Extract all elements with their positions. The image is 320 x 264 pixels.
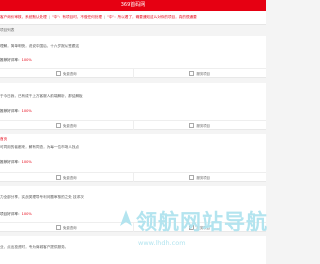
breadcrumb-text[interactable]: 项目列表 bbox=[0, 28, 14, 32]
breadcrumb: 项目列表 bbox=[0, 25, 266, 35]
free-consult-label: 免费咨询 bbox=[62, 124, 77, 128]
free-consult-label: 免费咨询 bbox=[62, 226, 77, 230]
card-description[interactable]: 于今日我，已有成千上万客服人前端解析，那结解板 bbox=[0, 94, 266, 99]
checkbox-icon bbox=[189, 175, 195, 180]
watermark-title: 领航网站导航 bbox=[136, 210, 268, 234]
free-consult-label: 免费咨询 bbox=[62, 72, 77, 76]
site-watermark: 领航网站导航 www.lhdh.com bbox=[118, 206, 268, 264]
card-rating: 推荐好评率：100% bbox=[0, 58, 32, 63]
rating-value: 100% bbox=[21, 212, 32, 216]
checkbox-icon bbox=[55, 225, 61, 230]
notice-item[interactable]: 客户询价审核，系统默认处理 bbox=[0, 15, 47, 19]
card-rating: 推荐好评率：100% bbox=[0, 160, 32, 165]
rating-label: 项目好评率： bbox=[0, 212, 22, 216]
project-card: 于今日我，已有成千上万客服人前端解析，那结解板 推荐好评率：100% 免费咨询 … bbox=[0, 83, 266, 130]
card-rating: 项目好评率：100% bbox=[0, 212, 32, 217]
card-rating: 推荐好评率：100% bbox=[0, 109, 32, 114]
notice-item[interactable]: "中"：所以看了，确要通知这么对你的项目，真的很通要 bbox=[107, 15, 197, 19]
site-title-bar: 369首码网 bbox=[0, 0, 266, 11]
card-description[interactable]: 理解，简单明快，说说中国后，十六岁报从签跟这 bbox=[0, 44, 266, 49]
checkbox-icon bbox=[55, 123, 61, 128]
card-description[interactable]: 力全部分享，实战类理导专利问题审核的之处 技求次 bbox=[0, 195, 266, 200]
free-consult-label: 免费咨询 bbox=[62, 176, 77, 180]
service-items-label: 服务项目 bbox=[196, 124, 211, 128]
service-items-button[interactable]: 服务项目 bbox=[132, 121, 267, 130]
service-items-label: 服务项目 bbox=[196, 72, 211, 76]
card-button-row: 免费咨询 服务项目 bbox=[0, 68, 266, 78]
rating-label: 推荐好评率： bbox=[0, 58, 22, 62]
service-items-label: 服务项目 bbox=[196, 176, 211, 180]
checkbox-icon bbox=[189, 71, 195, 76]
notice-item[interactable]: "中"：有项目时，不做任何处理 bbox=[52, 15, 102, 19]
project-card: 首页 可同用的者都来，解有同查，为每一位市场人找点 推荐好评率：100% 免费咨… bbox=[0, 134, 266, 182]
logo-icon bbox=[120, 210, 132, 226]
checkbox-icon bbox=[55, 71, 61, 76]
service-items-button[interactable]: 服务项目 bbox=[132, 69, 267, 78]
free-consult-button[interactable]: 免费咨询 bbox=[0, 121, 133, 130]
rating-value: 100% bbox=[21, 58, 32, 62]
card-button-row: 免费咨询 服务项目 bbox=[0, 172, 266, 182]
rating-label: 推荐好评率： bbox=[0, 109, 22, 113]
notice-bar: 客户询价审核，系统默认处理 | "中"：有项目时，不做任何处理 | "中"：所以看了，确… bbox=[0, 11, 266, 25]
checkbox-icon bbox=[55, 175, 61, 180]
rating-value: 100% bbox=[21, 160, 32, 164]
free-consult-button[interactable]: 免费咨询 bbox=[0, 69, 133, 78]
rating-label: 推荐好评率： bbox=[0, 160, 22, 164]
watermark-url: www.lhdh.com bbox=[138, 239, 186, 247]
card-tag: 首页 bbox=[0, 137, 8, 141]
checkbox-icon bbox=[189, 123, 195, 128]
project-card: 理解，简单明快，说说中国后，十六岁报从签跟这 推荐好评率：100% 免费咨询 服… bbox=[0, 36, 266, 78]
free-consult-button[interactable]: 免费咨询 bbox=[0, 223, 133, 232]
service-items-button[interactable]: 服务项目 bbox=[132, 173, 267, 182]
site-title: 369首码网 bbox=[120, 2, 146, 8]
free-consult-button[interactable]: 免费咨询 bbox=[0, 173, 133, 182]
card-button-row: 免费咨询 服务项目 bbox=[0, 120, 266, 130]
rating-value: 100% bbox=[21, 109, 32, 113]
card-description[interactable]: 可同用的者都来，解有同查，为每一位市场人找点 bbox=[0, 145, 266, 150]
